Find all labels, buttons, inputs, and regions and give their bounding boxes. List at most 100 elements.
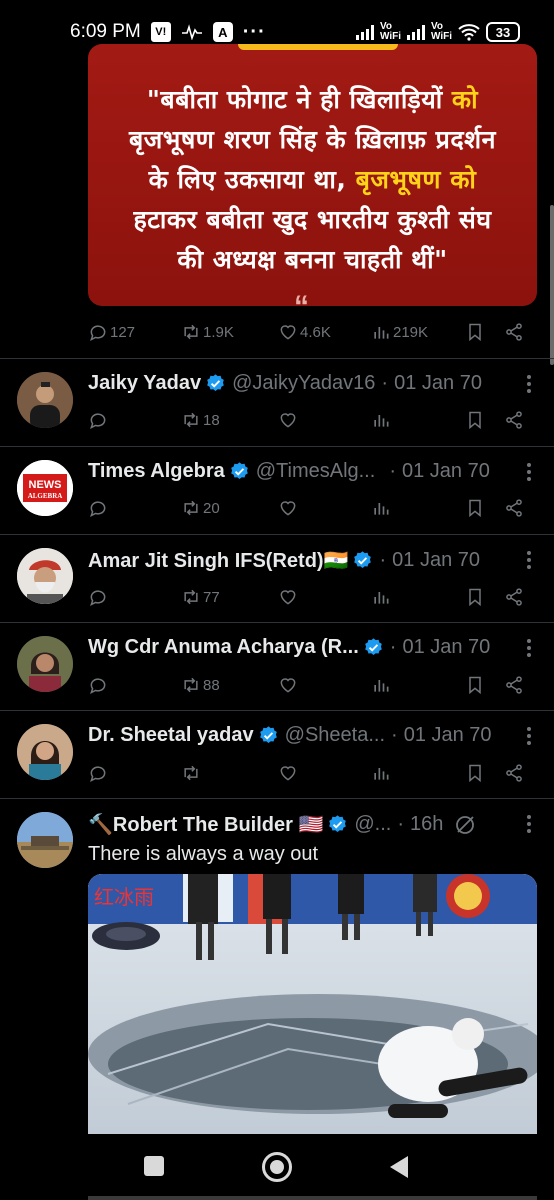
bookmark-button[interactable] xyxy=(465,322,485,342)
image-quote-mark: “ xyxy=(294,290,309,306)
reply-count: 127 xyxy=(110,323,136,341)
like-button[interactable] xyxy=(278,763,298,783)
retweet-icon xyxy=(184,412,198,428)
retweet-count: 18 xyxy=(203,411,220,429)
recents-button[interactable] xyxy=(144,1156,164,1176)
more-options-button[interactable] xyxy=(526,462,532,487)
grok-icon[interactable] xyxy=(453,813,477,837)
back-button[interactable] xyxy=(390,1156,408,1178)
tweet-date[interactable]: 01 Jan 70 xyxy=(402,636,490,659)
tweet-actions: 77 xyxy=(88,584,530,610)
more-options-button[interactable] xyxy=(526,374,532,399)
share-button[interactable] xyxy=(504,498,524,518)
display-name[interactable]: Wg Cdr Anuma Acharya (R... xyxy=(88,636,359,659)
bookmark-button[interactable] xyxy=(465,587,485,607)
more-options-button[interactable] xyxy=(526,814,532,839)
display-name[interactable]: Dr. Sheetal yadav xyxy=(88,724,254,747)
bookmark-button[interactable] xyxy=(465,675,485,695)
like-button[interactable] xyxy=(278,498,298,518)
user-handle[interactable]: @TimesAlg... xyxy=(256,460,376,483)
tweet-header: Jaiky Yadav @JaikyYadav16 · 01 Jan 70 xyxy=(88,372,482,395)
share-button[interactable] xyxy=(504,587,524,607)
tweet-time[interactable]: 16h xyxy=(410,813,443,836)
avatar-logo: NEWSALGEBRA xyxy=(17,460,73,516)
tweet-date[interactable]: 01 Jan 70 xyxy=(392,549,480,572)
tweet-video[interactable]: 红冰雨 xyxy=(88,874,537,1134)
like-button[interactable]: 4.6K xyxy=(278,322,331,342)
bottom-edge-strip xyxy=(88,1196,537,1200)
views-button[interactable] xyxy=(371,410,391,430)
pulse-icon xyxy=(181,24,202,40)
avatar[interactable] xyxy=(17,372,73,428)
retweet-count: 88 xyxy=(203,676,220,694)
avatar[interactable]: NEWS ALGEBRA xyxy=(17,460,73,516)
like-button[interactable] xyxy=(278,410,298,430)
views-icon xyxy=(374,592,389,604)
share-button[interactable] xyxy=(504,322,524,342)
avatar[interactable] xyxy=(17,724,73,780)
avatar[interactable] xyxy=(17,548,73,604)
views-count: 219K xyxy=(393,323,429,341)
views-button[interactable] xyxy=(371,763,391,783)
views-icon xyxy=(374,768,389,780)
avatar-photo xyxy=(17,812,73,868)
user-handle[interactable]: @Sheeta... xyxy=(285,724,385,747)
views-button[interactable] xyxy=(371,498,391,518)
more-options-button[interactable] xyxy=(526,726,532,751)
retweet-icon xyxy=(184,589,198,605)
avatar[interactable] xyxy=(17,812,73,868)
heart-icon xyxy=(280,413,296,428)
scrollbar-thumb[interactable] xyxy=(550,205,554,365)
tweet-actions xyxy=(88,760,530,786)
verified-badge-icon xyxy=(259,726,277,743)
retweet-button[interactable]: 77 xyxy=(181,587,220,607)
retweet-button[interactable] xyxy=(181,763,201,783)
retweet-button[interactable]: 18 xyxy=(181,410,220,430)
user-handle[interactable]: @JaikyYadav16 xyxy=(232,372,375,395)
bookmark-button[interactable] xyxy=(465,410,485,430)
views-button[interactable] xyxy=(371,587,391,607)
display-name[interactable]: Jaiky Yadav xyxy=(88,372,201,395)
display-name[interactable]: Amar Jit Singh IFS(Retd)🇮🇳 xyxy=(88,548,348,573)
more-options-button[interactable] xyxy=(526,550,532,575)
vi-app-icon: V! xyxy=(150,22,171,42)
views-button[interactable] xyxy=(371,675,391,695)
tweet-date[interactable]: 01 Jan 70 xyxy=(402,460,490,483)
tweet-date[interactable]: 01 Jan 70 xyxy=(404,724,492,747)
views-button[interactable]: 219K xyxy=(371,322,428,342)
user-handle[interactable]: @... xyxy=(354,813,391,836)
share-button[interactable] xyxy=(504,675,524,695)
reply-icon xyxy=(90,678,106,694)
reply-icon xyxy=(90,413,106,429)
share-button[interactable] xyxy=(504,763,524,783)
retweet-button[interactable]: 20 xyxy=(181,498,220,518)
heart-icon xyxy=(280,501,296,516)
status-time: 6:09 PM xyxy=(70,21,141,42)
reply-button[interactable] xyxy=(88,587,108,607)
reply-button[interactable] xyxy=(88,763,108,783)
like-button[interactable] xyxy=(278,675,298,695)
divider xyxy=(0,358,554,359)
reply-button[interactable]: 127 xyxy=(88,322,135,342)
share-button[interactable] xyxy=(504,410,524,430)
home-button[interactable] xyxy=(262,1152,292,1182)
reply-button[interactable] xyxy=(88,498,108,518)
retweet-count: 1.9K xyxy=(203,323,234,341)
reply-button[interactable] xyxy=(88,410,108,430)
more-vertical-icon xyxy=(527,727,531,745)
signal-icon xyxy=(355,24,374,40)
reply-button[interactable] xyxy=(88,675,108,695)
bookmark-button[interactable] xyxy=(465,763,485,783)
reply-icon xyxy=(90,501,106,517)
bookmark-button[interactable] xyxy=(465,498,485,518)
tweet-image[interactable]: "बबीता फोगाट ने ही खिलाड़ियों को बृजभूषण… xyxy=(88,44,537,306)
tweet-date[interactable]: 01 Jan 70 xyxy=(394,372,482,395)
more-options-button[interactable] xyxy=(526,638,532,663)
display-name[interactable]: Times Algebra xyxy=(88,460,225,483)
like-button[interactable] xyxy=(278,587,298,607)
retweet-button[interactable]: 1.9K xyxy=(181,322,234,342)
display-name[interactable]: 🔨Robert The Builder 🇺🇸 xyxy=(88,812,323,837)
tweet-header: Wg Cdr Anuma Acharya (R... · 01 Jan 70 xyxy=(88,636,491,659)
retweet-button[interactable]: 88 xyxy=(181,675,220,695)
avatar[interactable] xyxy=(17,636,73,692)
